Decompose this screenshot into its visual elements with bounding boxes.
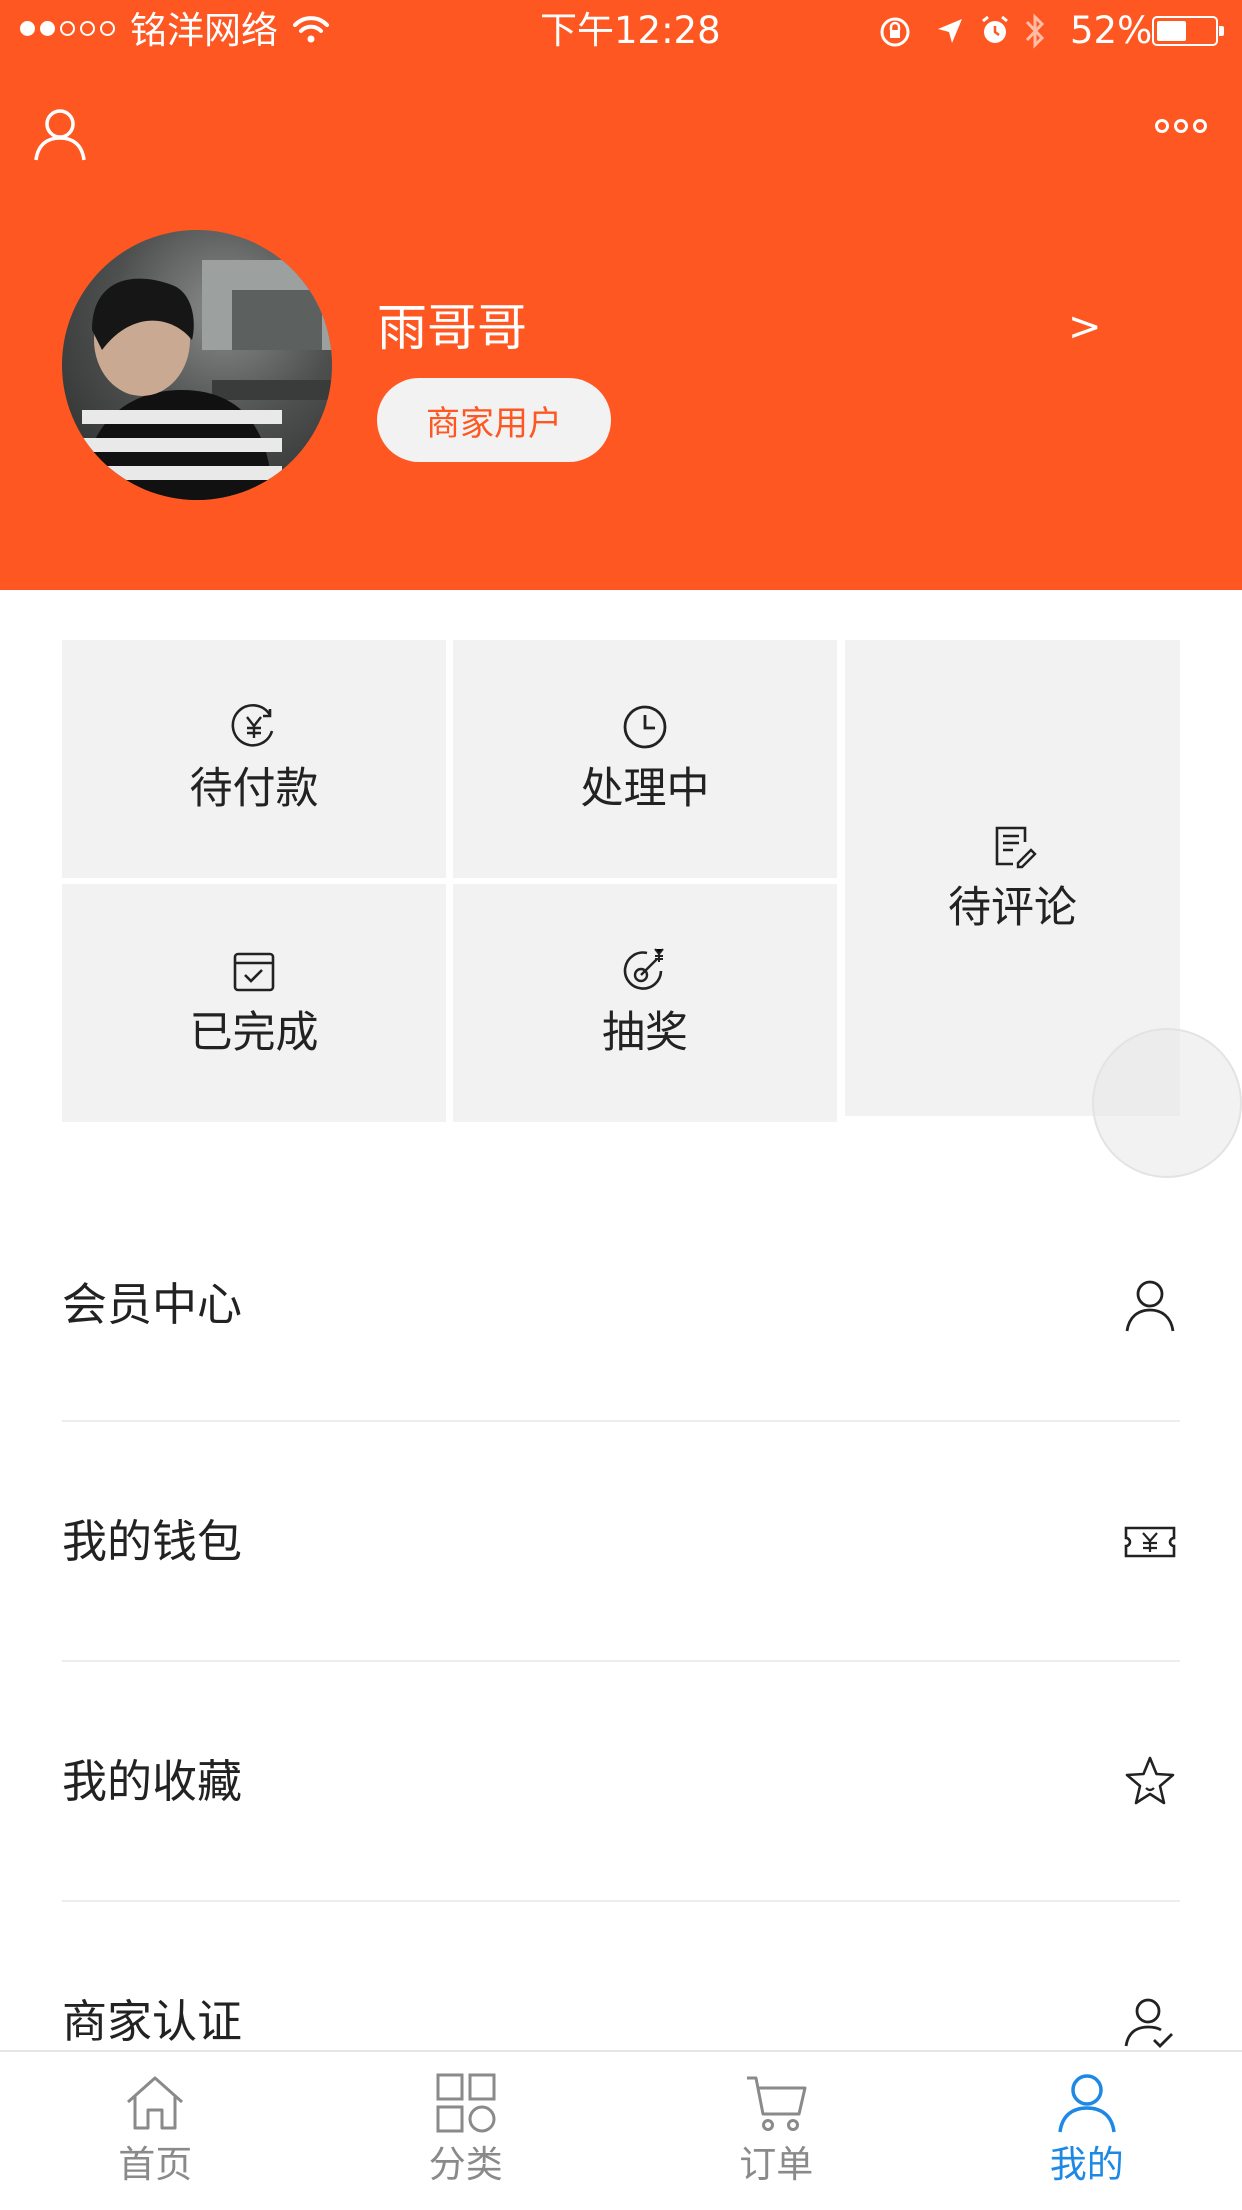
- rotation-lock-icon: [878, 15, 912, 49]
- tile-processing[interactable]: 处理中: [453, 640, 837, 878]
- floating-assistive-button[interactable]: [1092, 1028, 1242, 1178]
- tile-completed[interactable]: 已完成: [62, 884, 446, 1122]
- ticket-yuan-icon: [1120, 1512, 1180, 1572]
- edit-doc-icon: [987, 820, 1039, 872]
- user-icon: [1120, 1275, 1180, 1335]
- star-icon: [1120, 1752, 1180, 1812]
- tab-home[interactable]: 首页: [0, 2052, 311, 2210]
- tab-category[interactable]: 分类: [311, 2052, 622, 2210]
- tab-label: 分类: [429, 2140, 503, 2190]
- menu-item-label: 会员中心: [62, 1275, 1120, 1335]
- profile-icon-button[interactable]: [32, 104, 88, 164]
- lottery-icon: [619, 945, 671, 997]
- profile-header: 铭洋网络 下午12:28 52%: [0, 0, 1242, 590]
- tab-label: 首页: [118, 2140, 192, 2190]
- menu-item-label: 商家认证: [62, 1992, 1120, 2052]
- tile-label: 处理中: [581, 761, 710, 817]
- merchant-badge: 商家用户: [377, 378, 611, 462]
- username[interactable]: 雨哥哥: [377, 295, 527, 361]
- tile-label: 已完成: [190, 1005, 319, 1061]
- signal-strength-icon: [20, 21, 115, 41]
- avatar[interactable]: [62, 230, 332, 500]
- tab-bar: 首页 分类 订单 我的: [0, 2050, 1242, 2210]
- menu-item-label: 我的收藏: [62, 1752, 1120, 1812]
- tile-label: 抽奖: [602, 1005, 688, 1061]
- tile-pending-payment[interactable]: 待付款: [62, 640, 446, 878]
- menu-item-member-center[interactable]: 会员中心: [62, 1185, 1180, 1425]
- tab-orders[interactable]: 订单: [621, 2052, 932, 2210]
- yuan-cycle-icon: [228, 701, 280, 753]
- wifi-icon: [292, 14, 330, 44]
- battery-icon: [1152, 16, 1218, 46]
- merchant-badge-label: 商家用户: [426, 396, 562, 445]
- tab-mine[interactable]: 我的: [932, 2052, 1242, 2210]
- calendar-check-icon: [228, 945, 280, 997]
- location-arrow-icon: [934, 15, 966, 47]
- menu-item-wallet[interactable]: 我的钱包: [62, 1422, 1180, 1662]
- cart-icon: [743, 2070, 809, 2136]
- grid-icon: [433, 2070, 499, 2136]
- tab-label: 我的: [1050, 2140, 1124, 2190]
- menu-item-label: 我的钱包: [62, 1512, 1120, 1572]
- carrier-name: 铭洋网络: [130, 8, 278, 54]
- more-options-icon[interactable]: [1154, 116, 1208, 136]
- clock-icon: [619, 701, 671, 753]
- tile-lottery[interactable]: 抽奖: [453, 884, 837, 1122]
- status-bar: 铭洋网络 下午12:28 52%: [0, 0, 1242, 62]
- menu-item-favorites[interactable]: 我的收藏: [62, 1662, 1180, 1902]
- profile-chevron-icon[interactable]: >: [1068, 302, 1102, 352]
- tile-label: 待付款: [190, 761, 319, 817]
- battery-percent: 52%: [1070, 8, 1152, 54]
- status-time: 下午12:28: [540, 8, 721, 54]
- home-icon: [122, 2070, 188, 2136]
- alarm-icon: [978, 13, 1012, 47]
- bluetooth-icon: [1022, 12, 1048, 50]
- tab-label: 订单: [739, 2140, 813, 2190]
- user-check-icon: [1120, 1992, 1180, 2052]
- profile-icon: [1054, 2070, 1120, 2136]
- tile-label: 待评论: [948, 880, 1077, 936]
